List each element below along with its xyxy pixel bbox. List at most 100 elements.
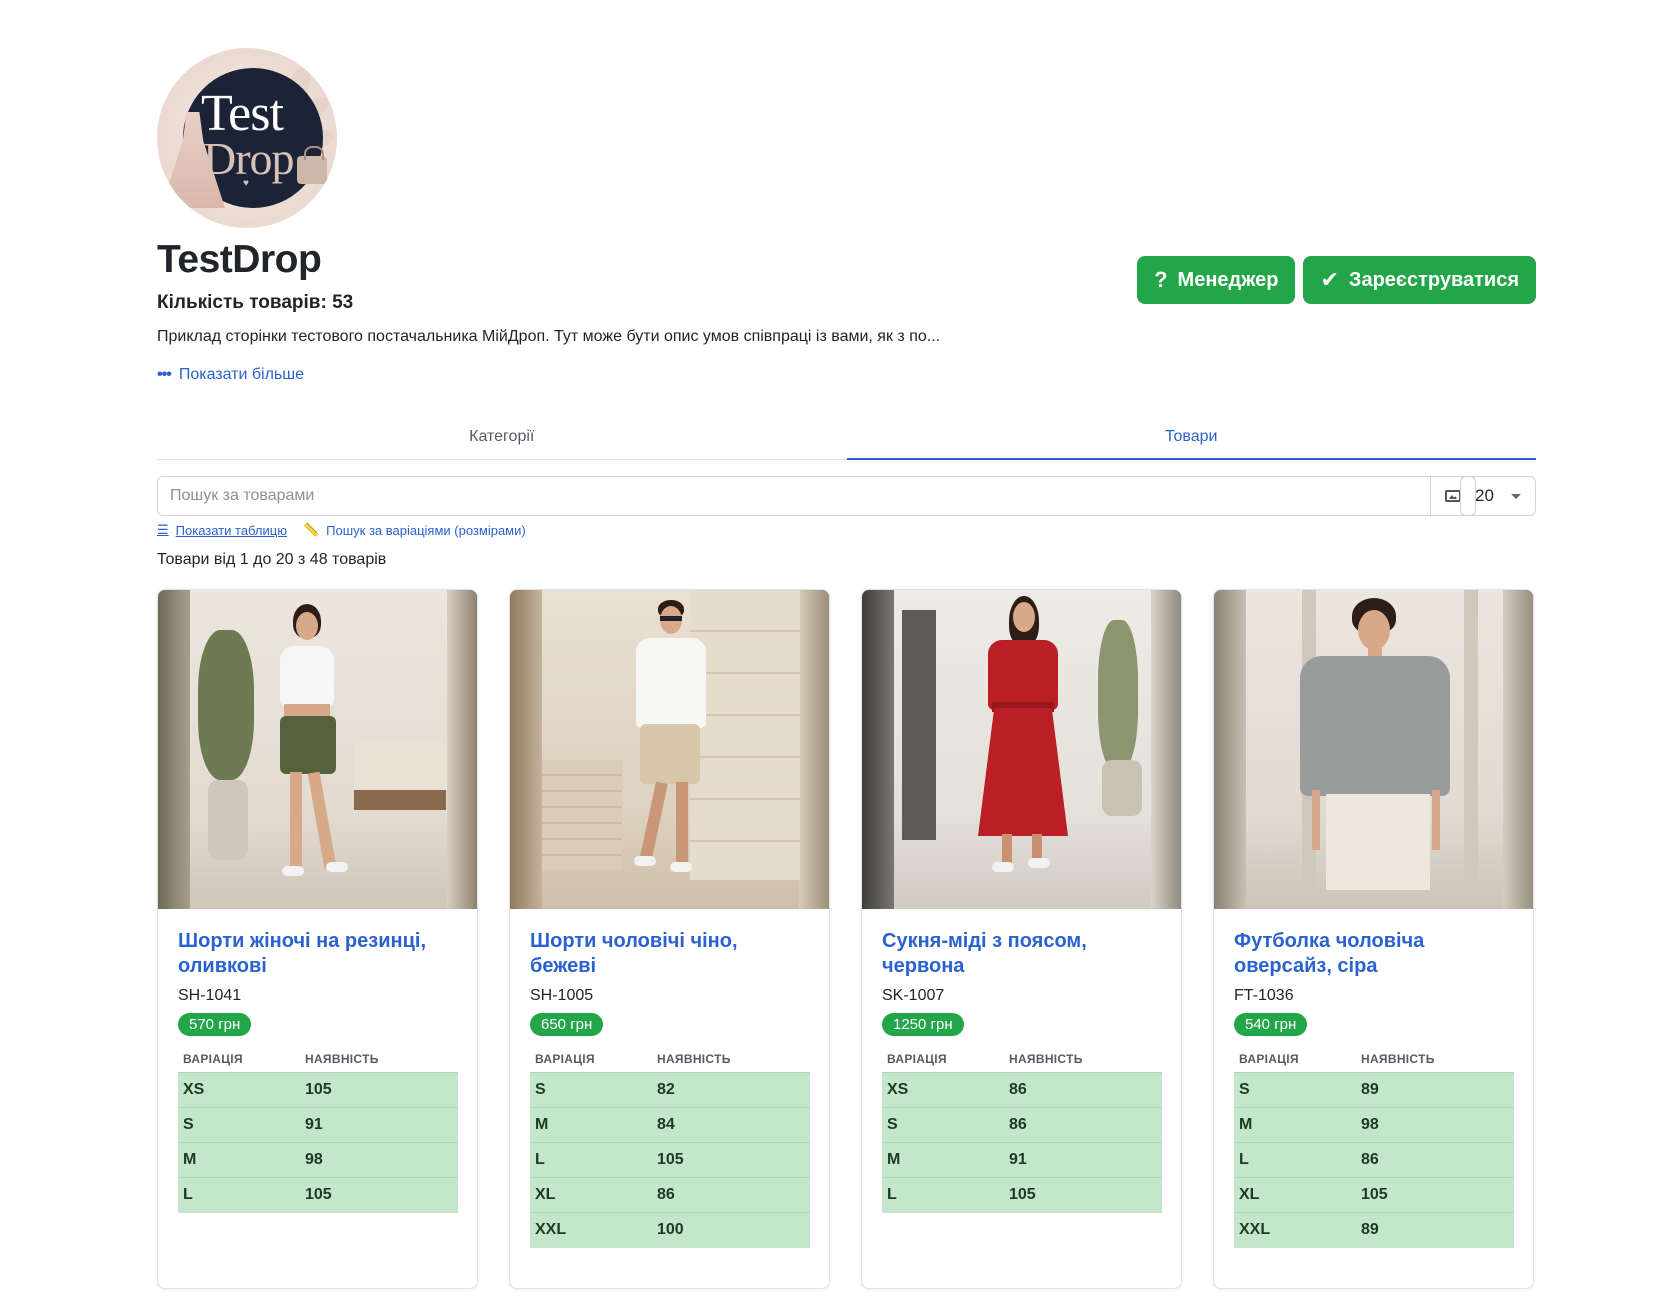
view-links: ☰ Показати таблицю 📏 Пошук за варіаціями… bbox=[157, 522, 526, 538]
product-grid: Шорти жіночі на резинці, оливкові SH-104… bbox=[157, 589, 1536, 1289]
variation-row: XXL 89 bbox=[1234, 1212, 1514, 1248]
variation-size: L bbox=[882, 1177, 1009, 1213]
product-price: 650 грн bbox=[530, 1013, 604, 1036]
variation-row: M 84 bbox=[530, 1107, 810, 1143]
stock-header: НАЯВНІСТЬ bbox=[1009, 1052, 1083, 1066]
product-card[interactable]: Сукня-міді з поясом, червона SK-1007 125… bbox=[861, 589, 1182, 1289]
variation-size: L bbox=[530, 1142, 657, 1178]
image-icon bbox=[1445, 490, 1461, 502]
variation-stock: 89 bbox=[1361, 1212, 1514, 1248]
variation-row: M 98 bbox=[178, 1142, 458, 1178]
variations-table: ВАРІАЦІЯ НАЯВНІСТЬ XS 105 S 91 M 98 L 105 bbox=[178, 1046, 458, 1213]
product-title[interactable]: Сукня-міді з поясом, червона bbox=[882, 929, 1161, 979]
product-sku: FT-1036 bbox=[1234, 987, 1294, 1004]
variation-header: ВАРІАЦІЯ bbox=[183, 1052, 243, 1066]
product-price: 1250 грн bbox=[882, 1013, 964, 1036]
variation-header: ВАРІАЦІЯ bbox=[887, 1052, 947, 1066]
caret-down-icon bbox=[1511, 494, 1521, 499]
variation-row: S 82 bbox=[530, 1072, 810, 1108]
shop-logo: Test Drop ♥ bbox=[157, 48, 337, 228]
ruler-icon: 📏 bbox=[302, 522, 320, 537]
variation-search-label: Пошук за варіаціями (розмірами) bbox=[326, 522, 526, 538]
variation-stock: 105 bbox=[657, 1142, 810, 1178]
variation-size: XL bbox=[530, 1177, 657, 1213]
variation-size: M bbox=[530, 1107, 657, 1143]
tabs: Категорії Товари bbox=[157, 420, 1536, 460]
variation-size: XXL bbox=[1234, 1212, 1361, 1248]
per-page-select[interactable]: 20 bbox=[1460, 476, 1536, 516]
variation-search-link[interactable]: 📏 Пошук за варіаціями (розмірами) bbox=[303, 522, 526, 538]
ellipsis-icon: ••• bbox=[157, 366, 172, 383]
variation-row: M 98 bbox=[1234, 1107, 1514, 1143]
variation-stock: 86 bbox=[1361, 1142, 1514, 1178]
variation-stock: 105 bbox=[1009, 1177, 1162, 1213]
variations-table: ВАРІАЦІЯ НАЯВНІСТЬ S 82 M 84 L 105 XL 86 XXL… bbox=[530, 1046, 810, 1248]
variation-stock: 105 bbox=[305, 1177, 458, 1213]
variation-row: L 105 bbox=[178, 1177, 458, 1213]
variation-size: M bbox=[178, 1142, 305, 1178]
variation-row: L 105 bbox=[882, 1177, 1162, 1213]
product-card[interactable]: Шорти чоловічі чіно, бежеві SH-1005 650 … bbox=[509, 589, 830, 1289]
variation-stock: 84 bbox=[657, 1107, 810, 1143]
product-image[interactable] bbox=[510, 590, 829, 909]
variation-row: S 89 bbox=[1234, 1072, 1514, 1108]
variation-row: L 105 bbox=[530, 1142, 810, 1178]
variation-row: XS 105 bbox=[178, 1072, 458, 1108]
shop-page: Test Drop ♥ TestDrop Кількість товарів: … bbox=[157, 48, 1536, 1289]
product-title[interactable]: Футболка чоловіча оверсайз, сіра bbox=[1234, 929, 1513, 979]
variation-size: S bbox=[1234, 1072, 1361, 1108]
variation-row: S 91 bbox=[178, 1107, 458, 1143]
manager-button[interactable]: ? Менеджер bbox=[1137, 256, 1296, 304]
product-image[interactable] bbox=[1214, 590, 1533, 909]
heart-icon: ♥ bbox=[243, 178, 249, 189]
variation-stock: 98 bbox=[305, 1142, 458, 1178]
show-table-link[interactable]: ☰ Показати таблицю bbox=[157, 522, 287, 538]
variation-size: L bbox=[1234, 1142, 1361, 1178]
show-more-link[interactable]: ••• Показати більше bbox=[157, 366, 1536, 384]
tab-products[interactable]: Товари bbox=[846, 420, 1536, 460]
question-icon: ? bbox=[1154, 267, 1168, 292]
variation-size: XL bbox=[1234, 1177, 1361, 1213]
variation-row: L 86 bbox=[1234, 1142, 1514, 1178]
variation-row: XS 86 bbox=[882, 1072, 1162, 1108]
product-price: 570 грн bbox=[178, 1013, 252, 1036]
product-title[interactable]: Шорти чоловічі чіно, бежеві bbox=[530, 929, 809, 979]
variation-row: S 86 bbox=[882, 1107, 1162, 1143]
product-sku: SK-1007 bbox=[882, 987, 945, 1004]
show-table-label: Показати таблицю bbox=[175, 522, 287, 538]
search-input[interactable] bbox=[157, 476, 1431, 516]
register-button[interactable]: ✔ Зареєструватися bbox=[1303, 256, 1536, 304]
variation-stock: 105 bbox=[305, 1072, 458, 1108]
product-image[interactable] bbox=[862, 590, 1181, 909]
check-icon: ✔ bbox=[1320, 267, 1339, 292]
product-card[interactable]: Футболка чоловіча оверсайз, сіра FT-1036… bbox=[1213, 589, 1534, 1289]
stock-header: НАЯВНІСТЬ bbox=[305, 1052, 379, 1066]
variation-size: XS bbox=[882, 1072, 1009, 1108]
variation-header: ВАРІАЦІЯ bbox=[535, 1052, 595, 1066]
variations-table: ВАРІАЦІЯ НАЯВНІСТЬ XS 86 S 86 M 91 L 105 bbox=[882, 1046, 1162, 1213]
product-card[interactable]: Шорти жіночі на резинці, оливкові SH-104… bbox=[157, 589, 478, 1289]
variation-stock: 105 bbox=[1361, 1177, 1514, 1213]
variation-row: XXL 100 bbox=[530, 1212, 810, 1248]
product-title[interactable]: Шорти жіночі на резинці, оливкові bbox=[178, 929, 457, 979]
results-summary: Товари від 1 до 20 з 48 товарів bbox=[157, 551, 387, 568]
variation-size: XS bbox=[178, 1072, 305, 1108]
tab-categories[interactable]: Категорії bbox=[157, 420, 847, 459]
variation-size: L bbox=[178, 1177, 305, 1213]
search-row: 20 bbox=[157, 476, 1536, 516]
register-button-label: Зареєструватися bbox=[1348, 268, 1519, 291]
variation-stock: 100 bbox=[657, 1212, 810, 1248]
variation-size: S bbox=[882, 1107, 1009, 1143]
stock-header: НАЯВНІСТЬ bbox=[657, 1052, 731, 1066]
product-sku: SH-1005 bbox=[530, 987, 594, 1004]
variation-row: M 91 bbox=[882, 1142, 1162, 1178]
variation-stock: 86 bbox=[1009, 1107, 1162, 1143]
variation-row: XL 105 bbox=[1234, 1177, 1514, 1213]
variation-stock: 91 bbox=[305, 1107, 458, 1143]
variation-row: XL 86 bbox=[530, 1177, 810, 1213]
per-page-value: 20 bbox=[1475, 486, 1494, 505]
list-icon: ☰ bbox=[157, 522, 169, 537]
variation-size: XXL bbox=[530, 1212, 657, 1248]
product-image[interactable] bbox=[158, 590, 477, 909]
show-more-label: Показати більше bbox=[178, 366, 304, 383]
